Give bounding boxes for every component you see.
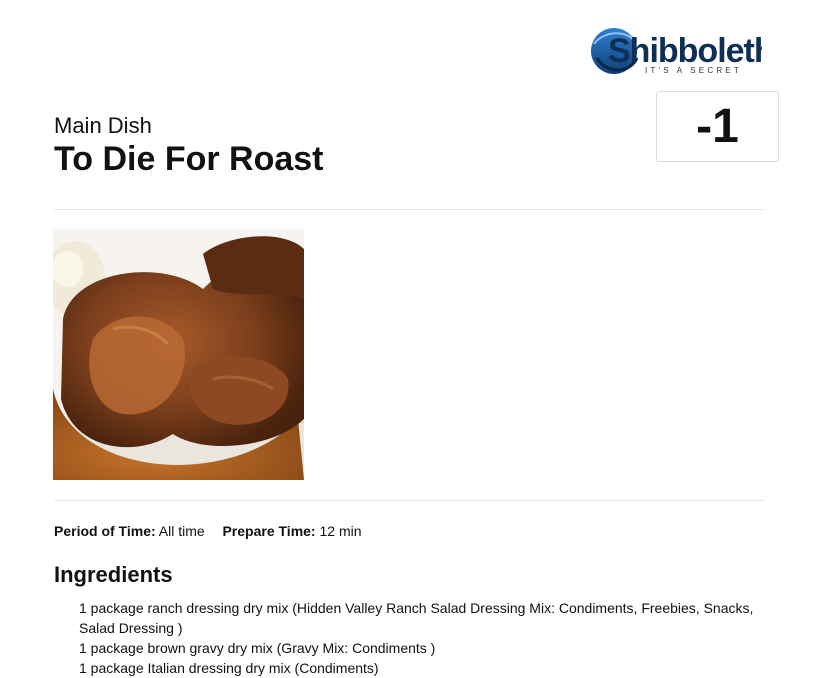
svg-text:IT'S A SECRET: IT'S A SECRET (645, 66, 742, 75)
ingredient-item: 1 package brown gravy dry mix (Gravy Mix… (79, 640, 436, 656)
prep-time-label: Prepare Time: (222, 523, 316, 539)
ingredients-heading: Ingredients (54, 562, 173, 587)
ingredient-item: 1 package Italian dressing dry mix (Cond… (79, 660, 379, 676)
divider (54, 500, 764, 501)
svg-text:Shibboleth: Shibboleth (608, 32, 762, 70)
prep-time-value: 12 min (319, 523, 362, 539)
rating-score: -1 (656, 91, 779, 162)
period-label: Period of Time: (54, 523, 156, 539)
recipe-meta: Period of Time: All time Prepare Time: 1… (54, 523, 362, 539)
period-value: All time (158, 523, 205, 539)
shibboleth-logo: Shibboleth IT'S A SECRET (590, 24, 762, 80)
divider (54, 209, 764, 210)
recipe-title: To Die For Roast (54, 140, 324, 178)
ingredient-item: 1 package ranch dressing dry mix (Hidden… (79, 600, 754, 636)
recipe-photo (53, 229, 304, 480)
recipe-category: Main Dish (54, 113, 152, 138)
ingredients-list: 1 package ranch dressing dry mix (Hidden… (79, 598, 769, 678)
